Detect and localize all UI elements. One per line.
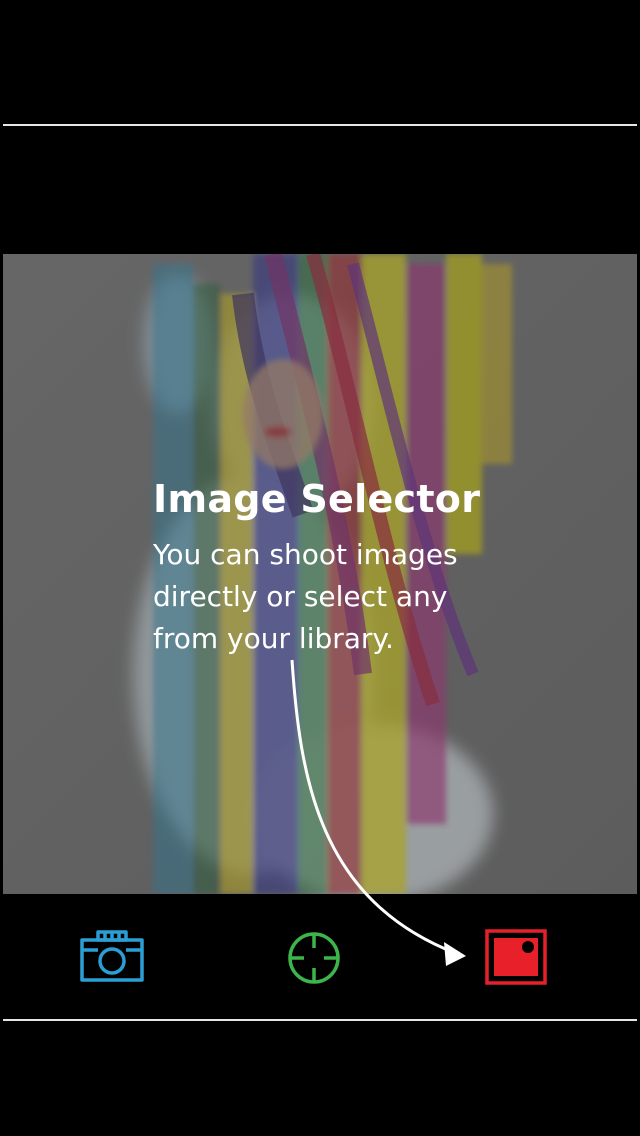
camera-icon — [80, 930, 144, 982]
coach-mark-line: directly or select any — [153, 580, 448, 613]
coach-mark: Image Selector You can shoot images dire… — [153, 476, 573, 660]
focus-target-button[interactable] — [284, 928, 344, 988]
photo-library-icon — [485, 929, 547, 985]
top-divider — [3, 124, 637, 126]
coach-mark-description: You can shoot images directly or select … — [153, 534, 483, 660]
crosshair-icon — [288, 932, 340, 984]
coach-mark-line: from your library. — [153, 622, 394, 655]
photo-library-button[interactable] — [484, 928, 548, 986]
coach-mark-title: Image Selector — [153, 477, 481, 521]
coach-mark-line: You can shoot images — [153, 538, 458, 571]
bottom-divider — [3, 1019, 637, 1021]
camera-button[interactable] — [78, 928, 146, 984]
